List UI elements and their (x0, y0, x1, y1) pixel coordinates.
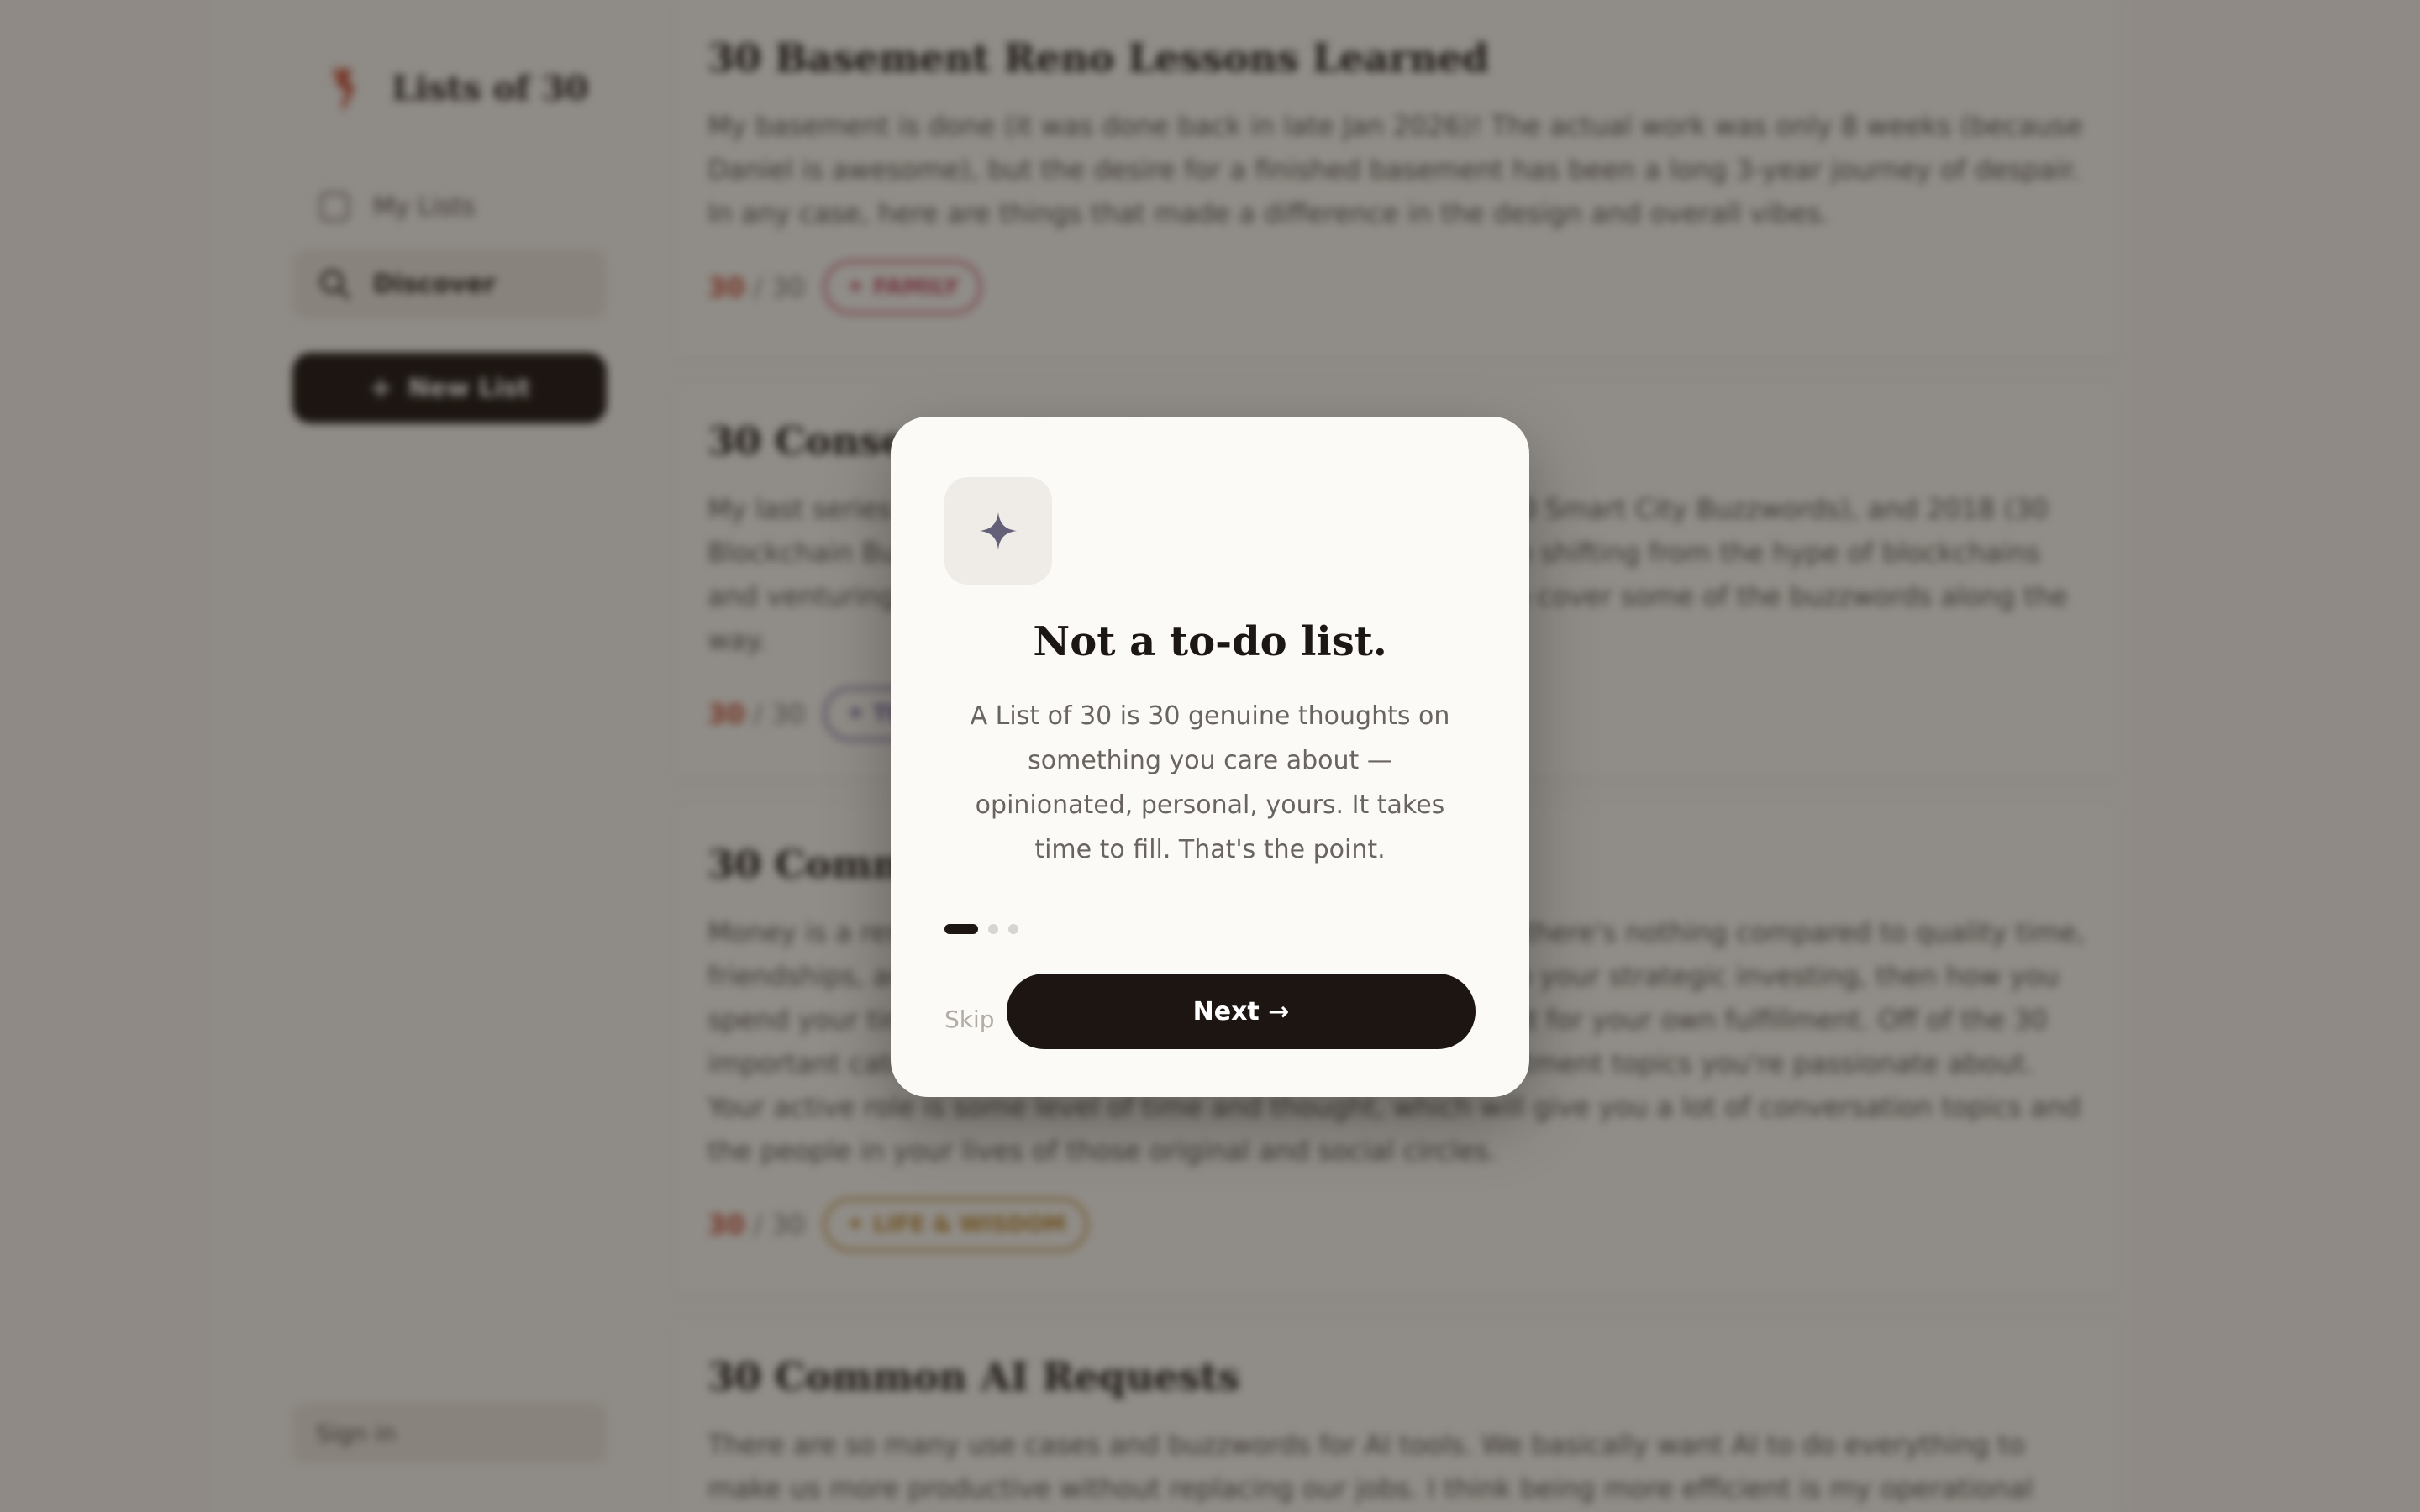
app-root: Lists of 30 My Lists Discover + New List (0, 0, 2420, 1512)
step-dot-active (944, 924, 978, 934)
onboarding-modal: Not a to-do list. A List of 30 is 30 gen… (891, 417, 1529, 1097)
skip-button[interactable]: Skip (944, 998, 995, 1040)
modal-icon-box (944, 477, 1052, 585)
next-button[interactable]: Next → (1007, 974, 1476, 1049)
modal-title: Not a to-do list. (1033, 618, 1387, 665)
step-indicator (944, 924, 1028, 934)
modal-body: A List of 30 is 30 genuine thoughts on s… (970, 701, 1450, 864)
step-dot (988, 924, 998, 934)
step-dot (1008, 924, 1018, 934)
sparkle-icon (980, 512, 1017, 549)
